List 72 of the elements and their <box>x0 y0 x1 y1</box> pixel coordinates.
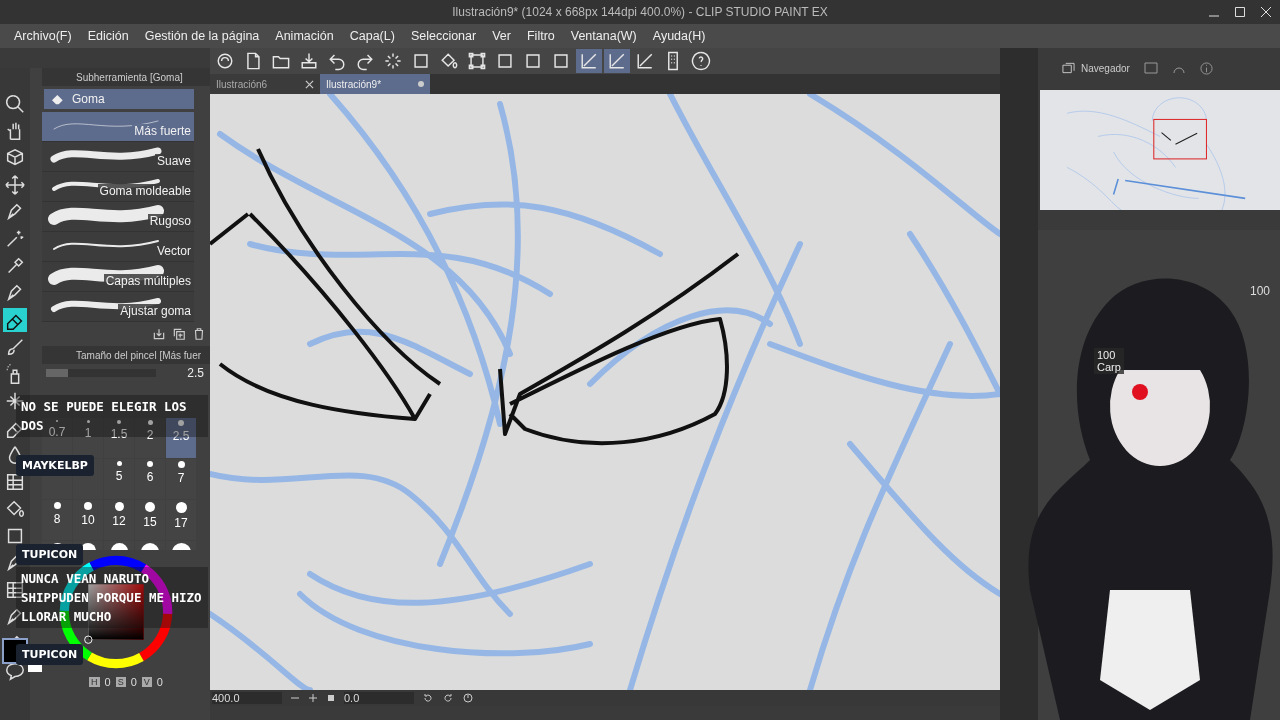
size-preset[interactable]: 8 <box>42 500 72 540</box>
menu-item[interactable]: Filtro <box>518 29 563 43</box>
zoom-value[interactable]: 400.0 <box>212 692 282 704</box>
layers-icon <box>1062 62 1075 74</box>
size-preset[interactable]: 7 <box>166 459 196 499</box>
subtool-item[interactable]: Suave <box>42 142 194 172</box>
subtool-item[interactable]: Rugoso <box>42 202 194 232</box>
menu-item[interactable]: Ventana(W) <box>562 29 645 43</box>
size-preset[interactable]: 5 <box>104 459 134 499</box>
rotation-value[interactable]: 0.0 <box>344 692 414 704</box>
size-preset[interactable]: 1 <box>73 418 103 458</box>
size-preset[interactable]: 2.5 <box>166 418 196 458</box>
layer-opacity-value[interactable]: 100 <box>1249 284 1270 298</box>
subtool-item[interactable]: Vector <box>42 232 194 262</box>
maximize-icon[interactable] <box>1234 6 1246 18</box>
menu-item[interactable]: Gestión de la página <box>136 29 268 43</box>
menu-item[interactable]: Ayuda(H) <box>644 29 714 43</box>
chat-username-toast: TUPICON <box>16 644 84 665</box>
subtool-group-tab[interactable]: Goma <box>44 89 194 109</box>
color-channel-value[interactable]: 0 <box>104 676 111 688</box>
size-preset[interactable]: 10 <box>73 500 103 540</box>
zoom-in-icon[interactable] <box>308 693 318 703</box>
color-channel-label: S <box>115 677 126 687</box>
ruler-icon[interactable] <box>576 49 602 73</box>
navigator-tab[interactable]: Navegador <box>1062 62 1130 74</box>
color-channel-value[interactable]: 0 <box>156 676 163 688</box>
canvas-tab[interactable]: Ilustración9* <box>320 74 430 94</box>
size-preset[interactable]: 0.7 <box>42 418 72 458</box>
subtool-item[interactable]: Capas múltiples <box>42 262 194 292</box>
subtool-item[interactable]: Goma moldeable <box>42 172 194 202</box>
layer-row[interactable]: 100 Carp <box>1094 348 1124 375</box>
fit-icon[interactable] <box>326 693 336 703</box>
reset-rotation-icon[interactable] <box>462 692 474 704</box>
rotate-left-icon[interactable] <box>422 692 434 704</box>
ruler-icon[interactable] <box>604 49 630 73</box>
size-preset[interactable]: 6 <box>135 459 165 499</box>
close-icon[interactable] <box>1260 6 1272 18</box>
panel-title: Tamaño del pincel [Más fuer <box>76 349 202 361</box>
menu-item[interactable]: Ver <box>484 29 519 43</box>
menu-item[interactable]: Archivo(F) <box>6 29 80 43</box>
trash-icon[interactable] <box>192 327 206 341</box>
size-preset[interactable]: 17 <box>166 500 196 540</box>
window-title: Ilustración9* (1024 x 668px 144dpi 400.0%) - CLIP STUDIO PAINT EX <box>452 5 828 19</box>
info-icon[interactable] <box>1199 61 1213 75</box>
size-preset[interactable]: 1.5 <box>104 418 134 458</box>
color-channel-value[interactable]: 0 <box>130 676 137 688</box>
menu-item[interactable]: Animación <box>267 29 342 43</box>
eraser-tool-icon[interactable] <box>3 308 27 332</box>
zoom-tool-icon[interactable] <box>3 92 27 116</box>
rotate-right-icon[interactable] <box>442 692 454 704</box>
chat-username-toast: MAYKELBP <box>16 455 94 476</box>
menu-item[interactable]: Seleccionar <box>402 29 485 43</box>
color-channel-label: H <box>89 677 100 687</box>
size-preset[interactable]: 2 <box>135 418 165 458</box>
subtool-item[interactable]: Más fuerte <box>42 112 194 142</box>
close-icon[interactable] <box>305 79 314 89</box>
brush-size-value[interactable]: 2.5 <box>187 366 204 380</box>
canvas-tab[interactable]: Ilustración6 <box>210 74 320 94</box>
panel-title: Subherramienta [Goma] <box>76 71 183 83</box>
size-preset[interactable]: 15 <box>135 500 165 540</box>
move-tool-icon[interactable] <box>3 173 27 197</box>
menu-item[interactable]: Edición <box>79 29 137 43</box>
download-icon[interactable] <box>152 327 166 341</box>
chat-username-toast: TUPICON <box>16 544 84 565</box>
color-channel-label: V <box>141 677 152 687</box>
duplicate-icon[interactable] <box>172 327 186 341</box>
size-preset[interactable]: 12 <box>104 500 134 540</box>
unsaved-dot-icon <box>418 81 424 87</box>
brush-size-slider[interactable] <box>46 369 156 377</box>
subtool-item[interactable]: Ajustar goma <box>42 292 194 322</box>
panel-tab-icon[interactable] <box>1143 62 1158 74</box>
menu-item[interactable]: Capa(L) <box>341 29 403 43</box>
